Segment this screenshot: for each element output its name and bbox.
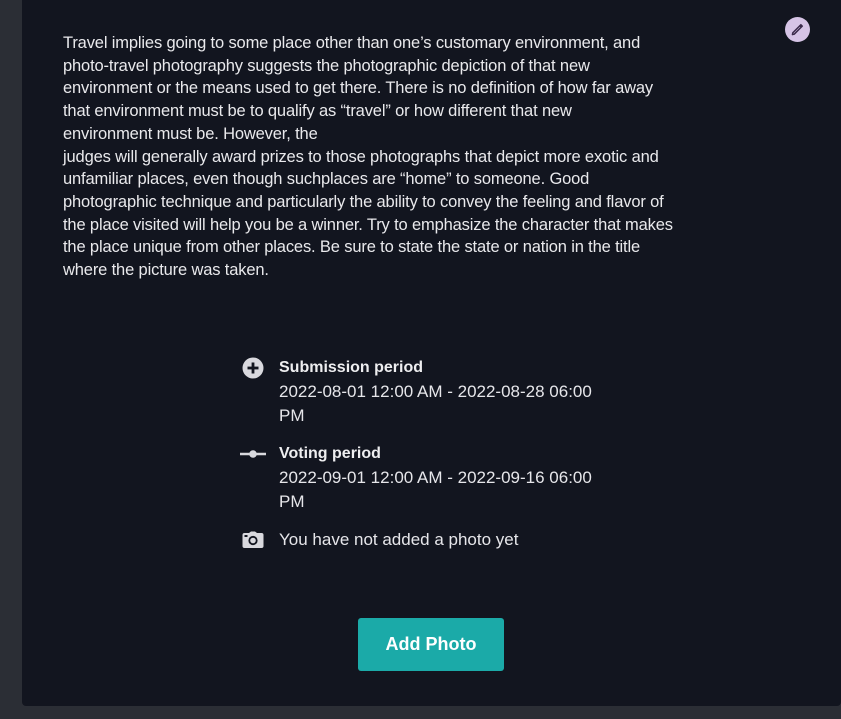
camera-icon [240,528,266,552]
photo-status-row: You have not added a photo yet [240,528,660,552]
contest-info: Submission period 2022-08-01 12:00 AM - … [240,356,660,566]
voting-period: Voting period 2022-09-01 12:00 AM - 2022… [240,442,660,514]
description-paragraph: judges will generally award prizes to th… [63,147,673,280]
timeline-icon [240,442,266,466]
add-photo-button[interactable]: Add Photo [358,618,504,671]
plus-circle-icon [240,356,266,380]
photo-status-text: You have not added a photo yet [279,530,519,549]
voting-period-value: 2022-09-01 12:00 AM - 2022-09-16 06:00 P… [279,468,592,511]
submission-period: Submission period 2022-08-01 12:00 AM - … [240,356,660,428]
submission-period-value: 2022-08-01 12:00 AM - 2022-08-28 06:00 P… [279,382,592,425]
contest-details-card: Travel implies going to some place other… [22,0,841,706]
submission-period-title: Submission period [279,359,424,376]
contest-description: Travel implies going to some place other… [63,32,808,282]
description-paragraph: Travel implies going to some place other… [63,34,653,143]
voting-period-title: Voting period [279,445,381,462]
